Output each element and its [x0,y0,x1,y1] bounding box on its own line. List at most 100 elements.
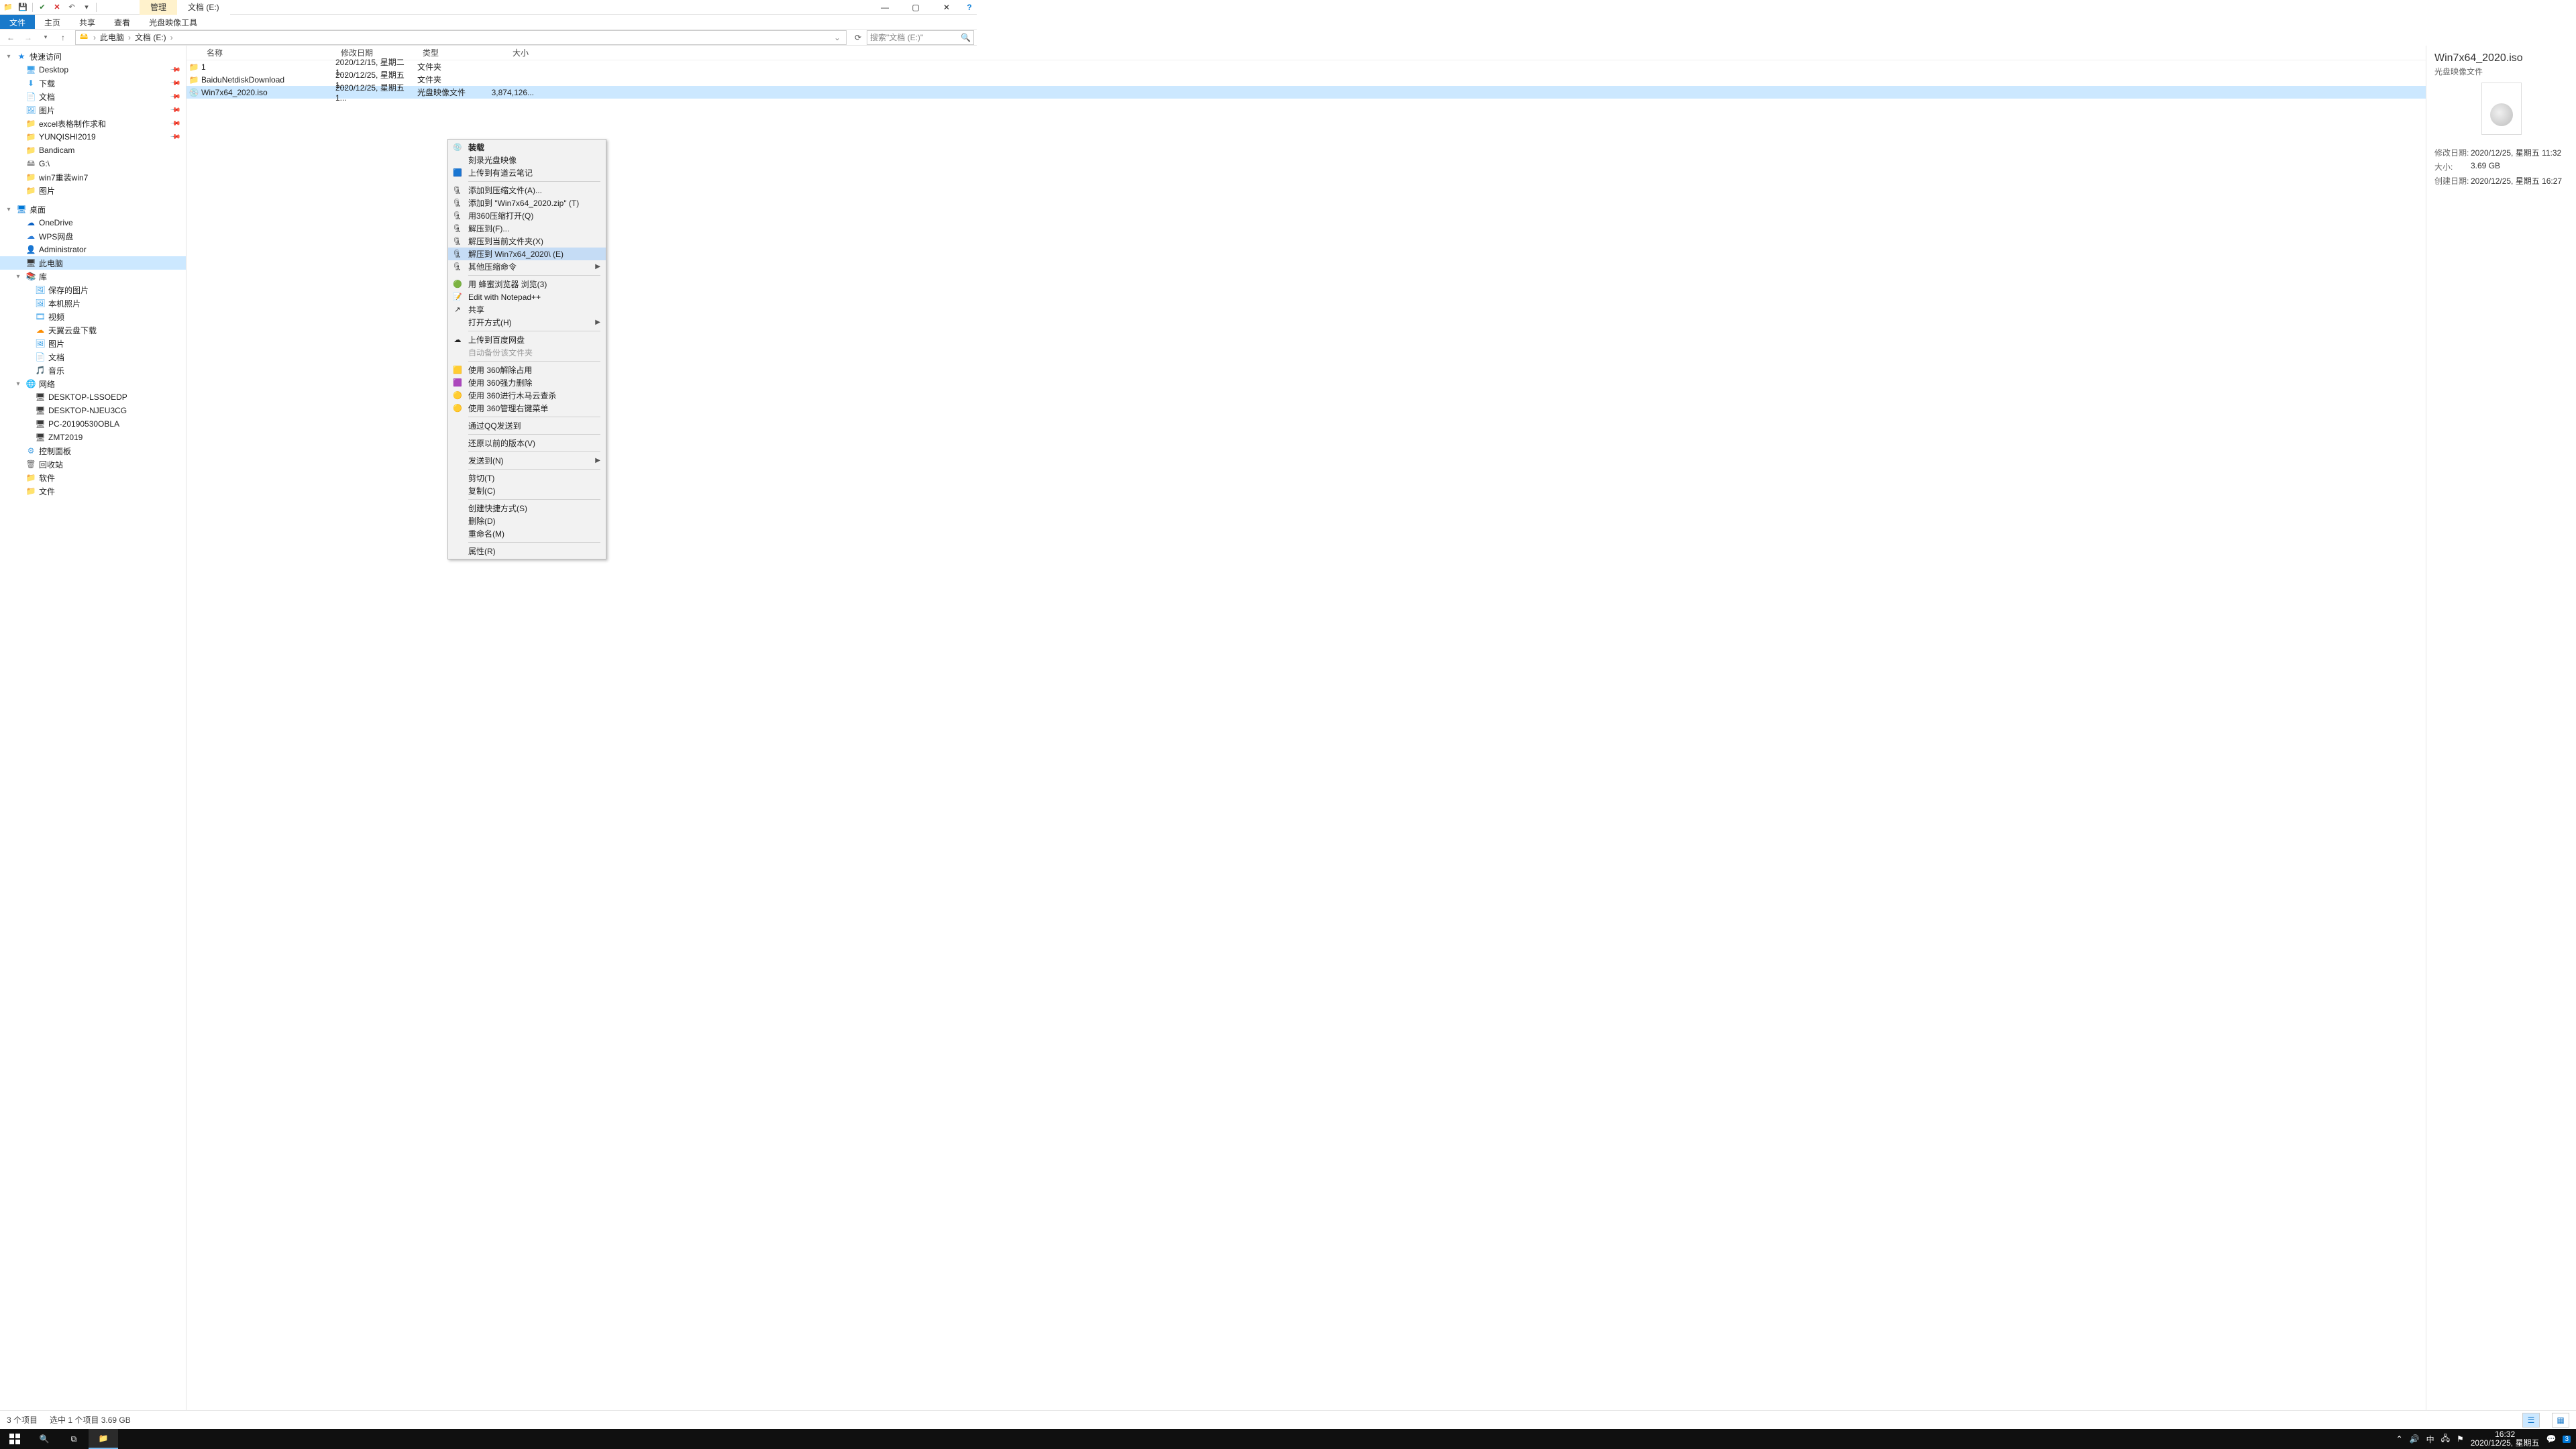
nav-item[interactable]: 🗑回收站 [0,458,186,471]
menu-item[interactable]: 刻录光盘映像 [448,154,606,166]
nav-item[interactable]: 🖼本机照片 [0,297,186,310]
start-button[interactable] [0,1429,30,1449]
nav-item[interactable]: 🖴G:\ [0,157,186,170]
nav-item[interactable]: 🖼图片 [0,337,186,350]
nav-item[interactable]: ▾🌐网络 [0,377,186,390]
menu-item[interactable]: 通过QQ发送到 [448,419,606,432]
chevron-right-icon[interactable]: › [92,33,97,42]
nav-item[interactable]: ☁WPS网盘 [0,229,186,243]
nav-item[interactable]: ☁OneDrive [0,216,186,229]
context-tab-manage[interactable]: 管理 [140,0,177,15]
col-size[interactable]: 大小 [487,47,534,58]
search-icon[interactable]: 🔍 [961,33,971,42]
close-button[interactable]: ✕ [931,0,962,15]
menu-item[interactable]: 属性(R) [448,545,606,557]
expand-icon[interactable]: ▾ [13,273,23,280]
refresh-button[interactable]: ⟳ [851,33,865,42]
nav-item[interactable]: 📁excel表格制作求和📌 [0,117,186,130]
nav-item[interactable]: 🖼保存的图片 [0,283,186,297]
search-box[interactable]: 搜索"文档 (E:)" 🔍 [867,30,974,45]
nav-item[interactable]: ▾📚库 [0,270,186,283]
network-icon[interactable]: 🖧 [2441,1432,2450,1446]
crumb-drive[interactable]: 文档 (E:) [132,32,169,43]
nav-forward-button[interactable]: → [20,30,36,45]
menu-item[interactable]: 🗜用360压缩打开(Q) [448,209,606,222]
maximize-button[interactable]: ▢ [900,0,931,15]
nav-item[interactable]: 🎞视频 [0,310,186,323]
nav-item[interactable]: ☁天翼云盘下载 [0,323,186,337]
nav-item[interactable]: 🖥DESKTOP-NJEU3CG [0,404,186,417]
nav-item[interactable]: 🖥此电脑 [0,256,186,270]
address-dropdown-icon[interactable]: ⌄ [831,33,843,42]
menu-item[interactable]: 🗜解压到(F)... [448,222,606,235]
menu-item[interactable]: 剪切(T) [448,472,606,484]
crumb-this-pc[interactable]: 此电脑 [97,32,127,43]
save-icon[interactable]: 💾 [17,2,28,13]
menu-item[interactable]: 🗜添加到压缩文件(A)... [448,184,606,197]
expand-icon[interactable]: ▾ [4,206,13,213]
menu-item[interactable]: 重命名(M) [448,527,606,540]
nav-up-button[interactable]: ↑ [55,30,71,45]
expand-icon[interactable]: ▾ [13,380,23,388]
nav-item[interactable]: 📁win7重装win7 [0,170,186,184]
menu-item[interactable]: 🗜添加到 "Win7x64_2020.zip" (T) [448,197,606,209]
tab-share[interactable]: 共享 [70,15,105,29]
ime-indicator[interactable]: 中 [2426,1434,2434,1445]
volume-icon[interactable]: 🔊 [2410,1434,2420,1444]
menu-item[interactable]: 🟦上传到有道云笔记 [448,166,606,179]
menu-item[interactable]: 删除(D) [448,515,606,527]
dropdown-icon[interactable]: ▾ [81,2,92,13]
menu-item[interactable]: 发送到(N)▶ [448,454,606,467]
nav-item[interactable]: ⬇下载📌 [0,76,186,90]
nav-item[interactable]: 📄文档📌 [0,90,186,103]
action-center-icon[interactable]: 💬 [2546,1434,2556,1444]
file-row[interactable]: 💿Win7x64_2020.iso2020/12/25, 星期五 1...光盘映… [186,86,2426,99]
minimize-button[interactable]: ― [869,0,900,15]
menu-item[interactable]: 🟨使用 360解除占用 [448,364,606,376]
nav-item[interactable]: 📁文件 [0,484,186,498]
close-file-icon[interactable]: ✕ [52,2,62,13]
menu-item[interactable]: 🟡使用 360进行木马云查杀 [448,389,606,402]
menu-item[interactable]: 🗜解压到 Win7x64_2020\ (E) [448,248,606,260]
nav-item[interactable]: 🖥Desktop📌 [0,63,186,76]
menu-item[interactable]: 🟪使用 360强力删除 [448,376,606,389]
file-row[interactable]: 📁12020/12/15, 星期二 1...文件夹 [186,60,2426,73]
explorer-taskbar-button[interactable]: 📁 [89,1429,118,1449]
tab-view[interactable]: 查看 [105,15,140,29]
nav-item[interactable]: 📄文档 [0,350,186,364]
nav-item[interactable]: 📁软件 [0,471,186,484]
nav-recent-dropdown[interactable]: ▾ [38,30,54,45]
nav-back-button[interactable]: ← [3,30,19,45]
nav-item[interactable]: 👤Administrator [0,243,186,256]
security-icon[interactable]: ⚑ [2457,1434,2464,1444]
nav-item[interactable]: 🖥PC-20190530OBLA [0,417,186,431]
nav-item[interactable]: 📁YUNQISHI2019📌 [0,130,186,144]
menu-item[interactable]: 打开方式(H)▶ [448,316,606,329]
col-type[interactable]: 类型 [417,47,487,58]
view-icons-button[interactable]: ▦ [2552,1413,2569,1428]
nav-item[interactable]: 🖥DESKTOP-LSSOEDP [0,390,186,404]
file-row[interactable]: 📁BaiduNetdiskDownload2020/12/25, 星期五 1..… [186,73,2426,86]
nav-item[interactable]: 🎵音乐 [0,364,186,377]
nav-item[interactable]: ⚙控制面板 [0,444,186,458]
menu-item[interactable]: 复制(C) [448,484,606,497]
chevron-right-icon[interactable]: › [127,33,132,42]
menu-item[interactable]: 🟡使用 360管理右键菜单 [448,402,606,415]
undo-icon[interactable]: ↶ [66,2,77,13]
task-view-button[interactable]: ⧉ [59,1429,89,1449]
clock[interactable]: 16:32 2020/12/25, 星期五 [2471,1430,2540,1448]
view-details-button[interactable]: ☰ [2522,1413,2540,1428]
search-button[interactable]: 🔍 [30,1429,59,1449]
menu-item[interactable]: ☁上传到百度网盘 [448,333,606,346]
chevron-right-icon[interactable]: › [169,33,174,42]
menu-item[interactable]: 🗜其他压缩命令▶ [448,260,606,273]
menu-item[interactable]: ↗共享 [448,303,606,316]
tab-home[interactable]: 主页 [35,15,70,29]
help-button[interactable]: ? [962,0,977,15]
menu-item[interactable]: 🟢用 蜂蜜浏览器 浏览(3) [448,278,606,290]
expand-icon[interactable]: ▾ [4,53,13,60]
tray-chevron-icon[interactable]: ⌃ [2396,1434,2403,1444]
menu-item[interactable]: 创建快捷方式(S) [448,502,606,515]
nav-item[interactable]: ▾★快速访问 [0,50,186,63]
tab-file[interactable]: 文件 [0,15,35,29]
